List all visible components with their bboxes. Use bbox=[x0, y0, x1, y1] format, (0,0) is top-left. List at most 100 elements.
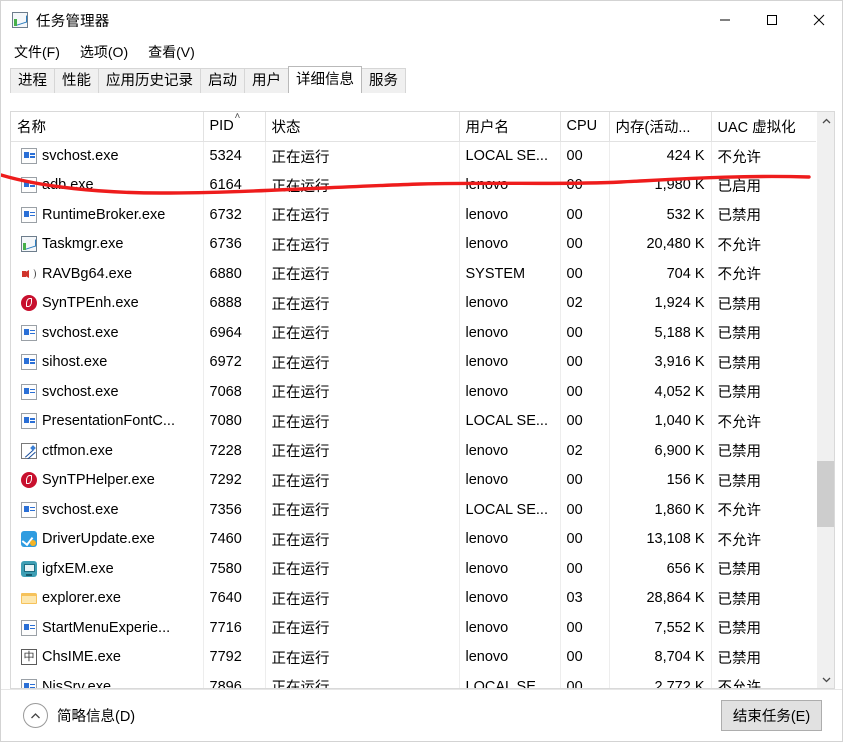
table-row[interactable]: svchost.exe 6964 正在运行 lenovo 00 5,188 K 已禁用 bbox=[11, 318, 817, 348]
table-row[interactable]: StartMenuExperie... 7716 正在运行 lenovo 00 7,552… bbox=[11, 613, 817, 643]
cell-memory: 8,704 K bbox=[609, 642, 712, 672]
table-row[interactable]: adb.exe 6164 正在运行 lenovo 00 1,980 K 已启用 bbox=[11, 170, 817, 200]
scrollbar-thumb[interactable] bbox=[817, 461, 834, 527]
cell-name: RAVBg64.exe bbox=[11, 259, 204, 289]
table-row[interactable]: ctfmon.exe 7228 正在运行 lenovo 02 6,900 K 已禁用 bbox=[11, 436, 817, 466]
cell-cpu: 02 bbox=[560, 436, 610, 466]
tab-performance[interactable]: 性能 bbox=[54, 68, 99, 93]
table-body: svchost.exe 5324 正在运行 LOCAL SE... 00 424 K 不允许… bbox=[11, 141, 817, 688]
cell-uac: 已禁用 bbox=[711, 554, 817, 584]
column-header-uac[interactable]: UAC 虚拟化 bbox=[711, 112, 817, 142]
scroll-up-button[interactable] bbox=[817, 112, 834, 130]
cell-memory: 5,188 K bbox=[609, 318, 712, 348]
cell-status: 正在运行 bbox=[265, 200, 460, 230]
cell-pid: 7460 bbox=[203, 524, 266, 554]
table-row[interactable]: 中 ChsIME.exe 7792 正在运行 lenovo 00 8,704 K 已禁用 bbox=[11, 642, 817, 672]
table-row[interactable]: explorer.exe 7640 正在运行 lenovo 03 28,864 K 已禁用 bbox=[11, 583, 817, 613]
table-row[interactable]: RAVBg64.exe 6880 正在运行 SYSTEM 00 704 K 不允许 bbox=[11, 259, 817, 289]
maximize-button[interactable] bbox=[748, 1, 795, 39]
cell-uac: 不允许 bbox=[711, 406, 817, 436]
fewer-details-label: 简略信息(D) bbox=[57, 709, 136, 725]
end-task-button[interactable]: 结束任务(E) bbox=[721, 700, 822, 731]
table-row[interactable]: SynTPHelper.exe 7292 正在运行 lenovo 00 156 K 已禁用 bbox=[11, 465, 817, 495]
cell-name: svchost.exe bbox=[11, 318, 204, 348]
ime-icon: 中 bbox=[21, 649, 37, 666]
cell-status: 正在运行 bbox=[265, 436, 460, 466]
menu-options[interactable]: 选项(O) bbox=[76, 40, 137, 65]
cell-status: 正在运行 bbox=[265, 613, 460, 643]
cell-name: svchost.exe bbox=[11, 377, 204, 407]
cell-cpu: 00 bbox=[560, 495, 610, 525]
tab-processes[interactable]: 进程 bbox=[10, 68, 55, 93]
synaptics-icon bbox=[21, 295, 37, 312]
column-header-status[interactable]: 状态 bbox=[265, 112, 460, 142]
fewer-details-button[interactable]: 简略信息(D) bbox=[23, 703, 135, 728]
exe-icon bbox=[21, 206, 37, 223]
cell-uac: 不允许 bbox=[711, 259, 817, 289]
menu-view[interactable]: 查看(V) bbox=[144, 40, 204, 65]
cell-user: lenovo bbox=[459, 642, 561, 672]
exe-icon bbox=[21, 177, 37, 194]
process-name: PresentationFontC... bbox=[42, 413, 175, 430]
table-row[interactable]: sihost.exe 6972 正在运行 lenovo 00 3,916 K 已禁用 bbox=[11, 347, 817, 377]
table-row[interactable]: svchost.exe 7356 正在运行 LOCAL SE... 00 1,860 K不… bbox=[11, 495, 817, 525]
cell-uac: 已禁用 bbox=[711, 200, 817, 230]
tab-app-history[interactable]: 应用历史记录 bbox=[98, 68, 201, 93]
table-row[interactable]: DriverUpdate.exe 7460 正在运行 lenovo 00 13,108 K… bbox=[11, 524, 817, 554]
tab-startup[interactable]: 启动 bbox=[200, 68, 245, 93]
cell-memory: 1,924 K bbox=[609, 288, 712, 318]
cell-pid: 7716 bbox=[203, 613, 266, 643]
tab-users[interactable]: 用户 bbox=[244, 68, 289, 93]
table-row[interactable]: RuntimeBroker.exe 6732 正在运行 lenovo 00 532 K 已禁… bbox=[11, 200, 817, 230]
cell-status: 正在运行 bbox=[265, 642, 460, 672]
column-header-name[interactable]: 名称 bbox=[11, 112, 204, 142]
cell-uac: 不允许 bbox=[711, 672, 817, 688]
cell-pid: 7580 bbox=[203, 554, 266, 584]
cell-user: lenovo bbox=[459, 229, 561, 259]
cell-status: 正在运行 bbox=[265, 406, 460, 436]
cell-memory: 6,900 K bbox=[609, 436, 712, 466]
cell-pid: 6164 bbox=[203, 170, 266, 200]
chevron-up-icon bbox=[23, 703, 48, 728]
column-header-memory[interactable]: 内存(活动... bbox=[609, 112, 712, 142]
table-row[interactable]: PresentationFontC... 7080 正在运行 LOCAL SE... 0… bbox=[11, 406, 817, 436]
vertical-scrollbar[interactable] bbox=[816, 112, 834, 688]
exe-icon bbox=[21, 354, 37, 371]
process-name: igfxEM.exe bbox=[42, 560, 114, 577]
exe-icon bbox=[21, 413, 37, 430]
close-button[interactable] bbox=[795, 1, 842, 39]
cell-pid: 7068 bbox=[203, 377, 266, 407]
table-row[interactable]: igfxEM.exe 7580 正在运行 lenovo 00 656 K 已禁用 bbox=[11, 554, 817, 584]
minimize-button[interactable] bbox=[701, 1, 748, 39]
column-header-user[interactable]: 用户名 bbox=[459, 112, 561, 142]
speaker-icon bbox=[21, 266, 37, 282]
cell-cpu: 03 bbox=[560, 583, 610, 613]
exe-icon bbox=[21, 501, 37, 518]
table-row[interactable]: Taskmgr.exe 6736 正在运行 lenovo 00 20,480 K 不允许 bbox=[11, 229, 817, 259]
cell-pid: 6964 bbox=[203, 318, 266, 348]
menu-file[interactable]: 文件(F) bbox=[10, 40, 69, 65]
table-row[interactable]: svchost.exe 5324 正在运行 LOCAL SE... 00 424 K 不允许 bbox=[11, 141, 817, 171]
column-header-cpu[interactable]: CPU bbox=[560, 112, 610, 142]
cell-cpu: 00 bbox=[560, 170, 610, 200]
table-row[interactable]: SynTPEnh.exe 6888 正在运行 lenovo 02 1,924 K 已禁用 bbox=[11, 288, 817, 318]
cell-name: explorer.exe bbox=[11, 583, 204, 613]
cell-name: sihost.exe bbox=[11, 347, 204, 377]
scroll-down-button[interactable] bbox=[817, 670, 834, 688]
process-name: sihost.exe bbox=[42, 354, 108, 371]
table-row[interactable]: NisSrv.exe 7896正在运行LOCAL SE...002,772 K不允… bbox=[11, 672, 817, 688]
exe-icon bbox=[21, 324, 37, 341]
exe-icon bbox=[21, 619, 37, 636]
cell-name: igfxEM.exe bbox=[11, 554, 204, 584]
process-name: RAVBg64.exe bbox=[42, 265, 133, 282]
cell-name: StartMenuExperie... bbox=[11, 613, 204, 643]
cell-status: 正在运行 bbox=[265, 377, 460, 407]
process-name: ctfmon.exe bbox=[42, 442, 113, 459]
tab-services[interactable]: 服务 bbox=[361, 68, 406, 93]
cell-cpu: 00 bbox=[560, 613, 610, 643]
table-row[interactable]: svchost.exe 7068 正在运行 lenovo 00 4,052 K 已禁用 bbox=[11, 377, 817, 407]
cell-memory: 4,052 K bbox=[609, 377, 712, 407]
column-header-pid[interactable]: PID ˄ bbox=[203, 112, 266, 142]
tab-details[interactable]: 详细信息 bbox=[288, 66, 362, 93]
cell-uac: 已禁用 bbox=[711, 347, 817, 377]
